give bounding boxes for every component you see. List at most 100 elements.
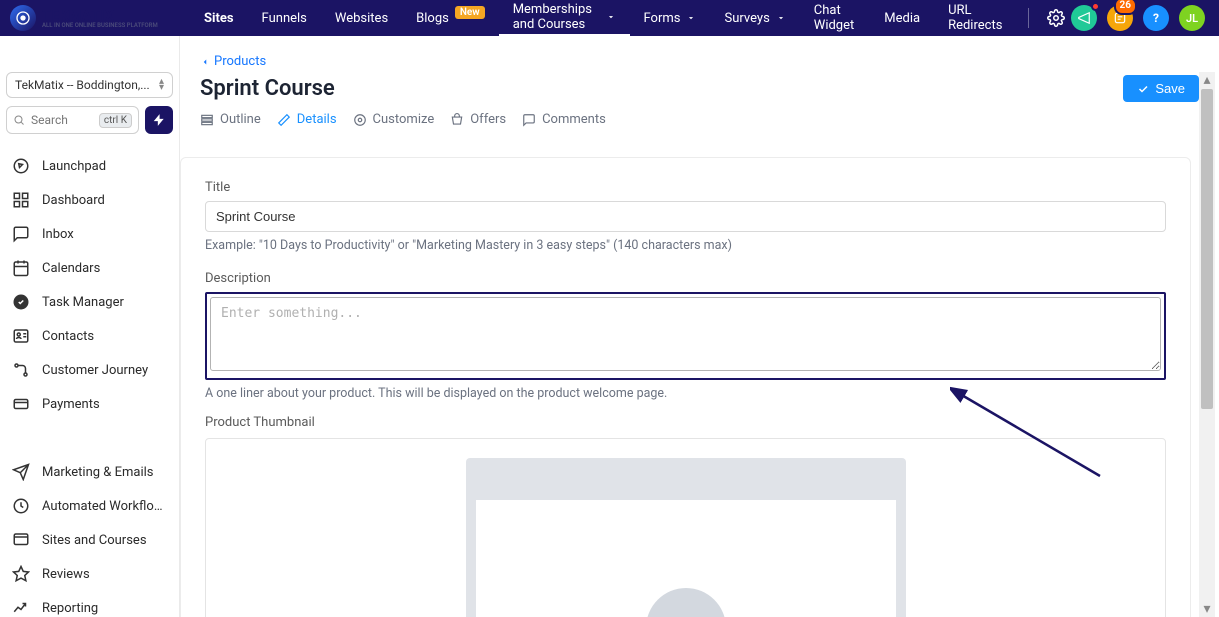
contact-icon — [12, 327, 30, 345]
sidebar-item-calendars[interactable]: Calendars — [6, 252, 173, 284]
announce-button[interactable] — [1071, 5, 1097, 31]
tab-comments[interactable]: Comments — [522, 112, 606, 133]
tab-offers[interactable]: Offers — [450, 112, 506, 133]
search-icon — [13, 114, 25, 126]
payment-icon — [12, 395, 30, 413]
workflow-icon — [12, 497, 30, 515]
chat-icon — [12, 225, 30, 243]
tab-customize[interactable]: Customize — [353, 112, 435, 133]
help-button[interactable]: ? — [1143, 5, 1169, 31]
topbar-right: 26 ? JL — [1071, 5, 1219, 31]
chevron-down-icon — [606, 12, 616, 22]
edit-icon — [277, 113, 291, 127]
customize-icon — [353, 113, 367, 127]
nav-websites[interactable]: Websites — [321, 0, 402, 36]
chevron-down-icon — [776, 13, 786, 23]
check-icon — [1137, 83, 1149, 95]
logo-subtitle: ALL IN ONE ONLINE BUSINESS PLATFORM — [42, 22, 158, 29]
nav-settings[interactable] — [1041, 0, 1071, 36]
nav-forms[interactable]: Forms — [630, 0, 711, 36]
details-card: Title Example: "10 Days to Productivity"… — [180, 157, 1191, 617]
thumbnail-label: Product Thumbnail — [205, 415, 1166, 430]
compass-icon — [12, 157, 30, 175]
nav-redirects[interactable]: URL Redirects — [934, 0, 1016, 36]
description-label: Description — [205, 271, 1166, 286]
avatar-initials: JL — [1186, 12, 1198, 25]
tab-details[interactable]: Details — [277, 112, 337, 133]
nav-sites[interactable]: Sites — [190, 0, 248, 36]
bolt-icon — [152, 113, 166, 127]
chevron-down-icon — [686, 13, 696, 23]
notifications-button[interactable]: 26 — [1107, 5, 1133, 31]
tabs: Outline Details Customize Offers — [200, 112, 1199, 133]
question-icon: ? — [1153, 11, 1159, 25]
title-label: Title — [205, 180, 1166, 195]
chart-icon — [12, 599, 30, 617]
scroll-up-icon: ▴ — [1199, 72, 1215, 88]
quick-action-button[interactable] — [145, 106, 173, 134]
star-icon — [12, 565, 30, 583]
count-badge: 26 — [1114, 0, 1137, 15]
breadcrumb-back[interactable]: Products — [200, 54, 1199, 69]
journey-icon — [12, 361, 30, 379]
sidebar-item-payments[interactable]: Payments — [6, 388, 173, 420]
logo[interactable]: TEKMATIX ALL IN ONE ONLINE BUSINESS PLAT… — [10, 0, 158, 36]
image-placeholder-icon — [466, 458, 906, 617]
sidebar-item-dashboard[interactable]: Dashboard — [6, 184, 173, 216]
nav-blogs[interactable]: Blogs New — [402, 0, 499, 36]
sidebar-item-inbox[interactable]: Inbox — [6, 218, 173, 250]
sidebar-item-launchpad[interactable]: Launchpad — [6, 150, 173, 182]
sidebar-item-marketing[interactable]: Marketing & Emails — [6, 456, 173, 488]
sidebar-item-contacts[interactable]: Contacts — [6, 320, 173, 352]
thumbnail-uploader[interactable] — [205, 438, 1166, 617]
top-nav: Sites Funnels Websites Blogs New Members… — [190, 0, 1071, 36]
scroll-down-icon: ▾ — [1199, 601, 1215, 617]
search-placeholder: Search — [31, 113, 93, 127]
account-name: TekMatix -- Boddington,... — [15, 78, 150, 92]
sidebar-item-reporting[interactable]: Reporting — [6, 592, 173, 617]
scroll-thumb[interactable] — [1201, 89, 1213, 409]
scrollbar[interactable]: ▴ ▾ — [1199, 72, 1215, 617]
page-title: Sprint Course — [200, 76, 335, 101]
check-circle-icon — [12, 293, 30, 311]
avatar[interactable]: JL — [1179, 5, 1205, 31]
main: Products Sprint Course Save Outline — [180, 36, 1219, 617]
sidebar-item-workflows[interactable]: Automated Workflows — [6, 490, 173, 522]
updown-icon: ▴▾ — [159, 79, 164, 91]
description-highlight — [205, 292, 1166, 380]
sidebar-secondary: Marketing & Emails Automated Workflows S… — [6, 456, 173, 617]
nav-chat[interactable]: Chat Widget — [800, 0, 870, 36]
title-help: Example: "10 Days to Productivity" or "M… — [205, 238, 1166, 253]
gear-icon — [1047, 9, 1065, 27]
comments-icon — [522, 113, 536, 127]
chevron-left-icon — [200, 57, 210, 67]
grid-icon — [12, 191, 30, 209]
sidebar-item-sites[interactable]: Sites and Courses — [6, 524, 173, 556]
divider — [1028, 8, 1029, 28]
logo-icon — [10, 5, 36, 31]
sidebar-primary: Launchpad Dashboard Inbox Calendars Task… — [6, 150, 173, 420]
sidebar-item-journey[interactable]: Customer Journey — [6, 354, 173, 386]
sidebar: TekMatix -- Boddington,... ▴▾ Search ctr… — [0, 36, 180, 617]
shortcut-badge: ctrl K — [99, 113, 132, 128]
sidebar-item-tasks[interactable]: Task Manager — [6, 286, 173, 318]
sites-icon — [12, 531, 30, 549]
save-button[interactable]: Save — [1123, 75, 1199, 102]
offers-icon — [450, 113, 464, 127]
dot-badge — [1091, 2, 1100, 11]
send-icon — [12, 463, 30, 481]
tab-outline[interactable]: Outline — [200, 112, 261, 133]
description-textarea[interactable] — [210, 297, 1161, 371]
nav-funnels[interactable]: Funnels — [248, 0, 321, 36]
title-input[interactable] — [205, 201, 1166, 232]
description-help: A one liner about your product. This wil… — [205, 386, 1166, 401]
nav-media[interactable]: Media — [870, 0, 934, 36]
nav-surveys[interactable]: Surveys — [710, 0, 799, 36]
search-input[interactable]: Search ctrl K — [6, 106, 139, 134]
topbar: TEKMATIX ALL IN ONE ONLINE BUSINESS PLAT… — [0, 0, 1219, 36]
sidebar-item-reviews[interactable]: Reviews — [6, 558, 173, 590]
badge-new: New — [455, 6, 485, 19]
account-selector[interactable]: TekMatix -- Boddington,... ▴▾ — [6, 72, 173, 98]
calendar-icon — [12, 259, 30, 277]
nav-memberships[interactable]: Memberships and Courses — [499, 0, 630, 36]
